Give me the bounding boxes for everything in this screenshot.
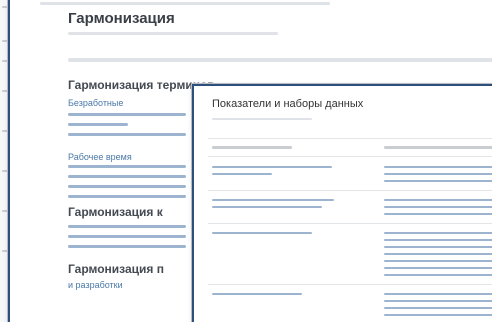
row-border (208, 223, 492, 224)
column-header (212, 146, 292, 149)
section2-link[interactable] (68, 245, 186, 248)
table-row-value[interactable] (384, 293, 492, 295)
table-row-value[interactable] (384, 199, 492, 201)
term-link[interactable] (68, 123, 128, 126)
table-row-value[interactable] (384, 166, 492, 168)
table-row-value[interactable] (384, 307, 492, 309)
section3-link[interactable]: и разработки (68, 280, 123, 290)
column-header (384, 146, 492, 149)
table-header-border (208, 156, 492, 157)
intro-text (68, 58, 492, 62)
section-heading-2: Гармонизация к (68, 205, 163, 219)
table-row-value[interactable] (384, 246, 492, 248)
table-row-value[interactable] (384, 253, 492, 255)
table-row-link[interactable] (212, 173, 272, 175)
table-row-value[interactable] (384, 239, 492, 241)
page-title: Гармонизация (68, 10, 175, 27)
term-link[interactable]: Рабочее время (68, 152, 132, 162)
table-row-link[interactable] (212, 206, 322, 208)
top-strip (40, 2, 330, 5)
datasets-title: Показатели и наборы данных (212, 98, 364, 110)
section2-link[interactable] (68, 235, 186, 238)
table-top-border (208, 138, 492, 139)
term-link[interactable] (68, 133, 186, 136)
row-border (208, 284, 492, 285)
table-row-value[interactable] (384, 173, 492, 175)
term-link[interactable] (68, 185, 186, 188)
row-border (208, 190, 492, 191)
section-heading-3: Гармонизация п (68, 262, 164, 276)
table-row-value[interactable] (384, 300, 492, 302)
table-row-value[interactable] (384, 213, 492, 215)
table-row-value[interactable] (384, 267, 492, 269)
table-row-value[interactable] (384, 314, 492, 316)
datasets-meta (212, 118, 312, 120)
section2-link[interactable] (68, 225, 186, 228)
page-meta (68, 32, 278, 35)
table-row-value[interactable] (384, 274, 492, 276)
table-row-link[interactable] (212, 293, 302, 295)
term-link[interactable] (68, 175, 186, 178)
term-link[interactable]: Безработные (68, 98, 123, 108)
table-row-link[interactable] (212, 232, 312, 234)
table-row-link[interactable] (212, 166, 332, 168)
term-link[interactable] (68, 165, 186, 168)
table-row-value[interactable] (384, 206, 492, 208)
term-link[interactable] (68, 113, 186, 116)
table-row-value[interactable] (384, 232, 492, 234)
table-row-link[interactable] (212, 199, 334, 201)
table-row-value[interactable] (384, 180, 492, 182)
datasets-window: Показатели и наборы данных (192, 84, 492, 322)
table-row-value[interactable] (384, 260, 492, 262)
term-link[interactable] (68, 195, 186, 198)
